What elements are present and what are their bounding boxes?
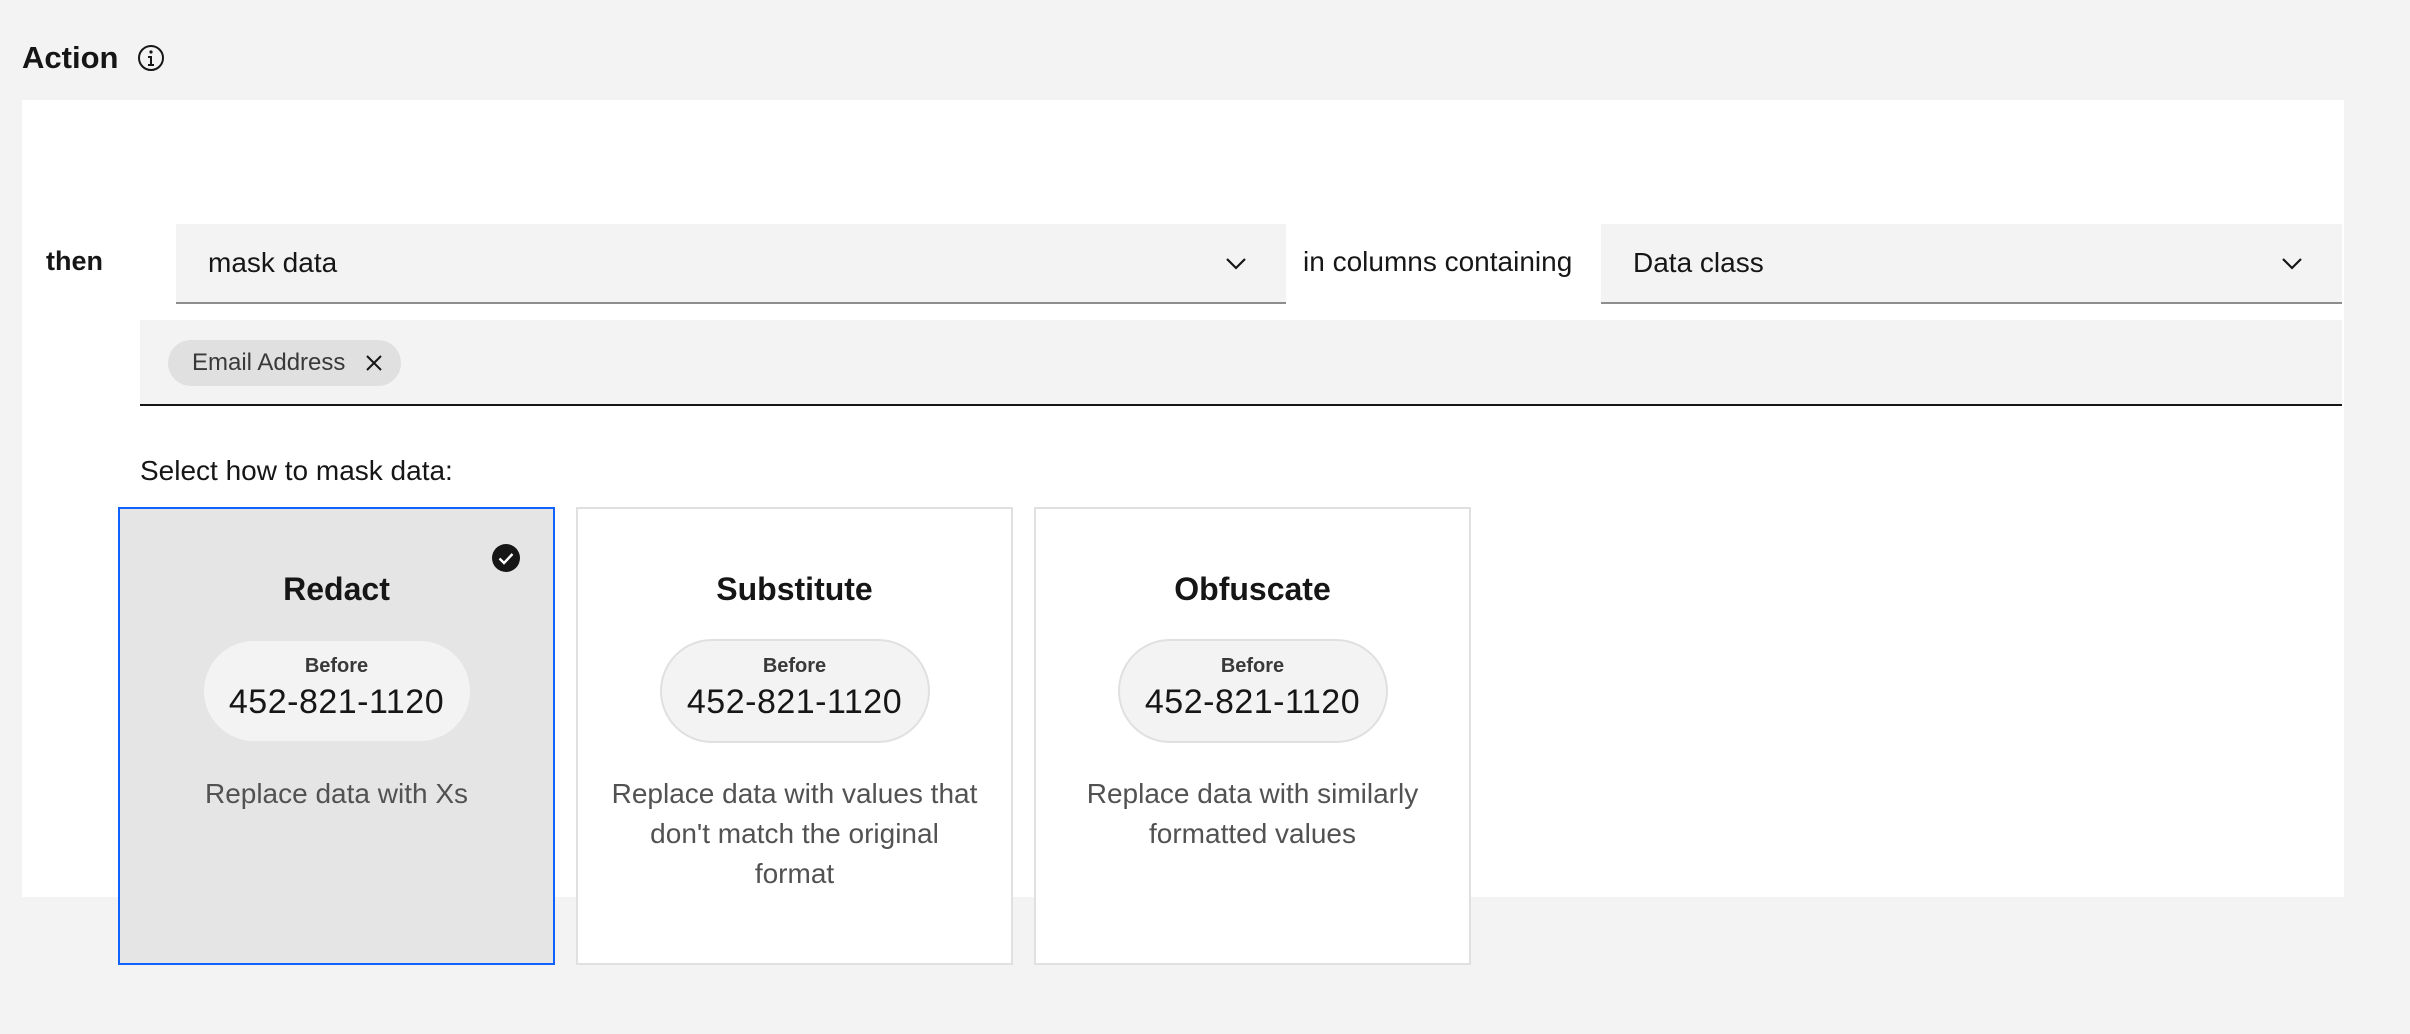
chevron-down-icon xyxy=(2280,251,2304,275)
page-title: Action xyxy=(22,40,119,75)
action-header: Action xyxy=(22,36,166,80)
tag-label: Email Address xyxy=(192,349,346,376)
option-title: Redact xyxy=(283,571,390,607)
column-criteria-value: Data class xyxy=(1633,247,1764,278)
sample-value: 452-821-1120 xyxy=(686,683,903,721)
before-label: Before xyxy=(762,655,827,677)
before-sample: Before 452-821-1120 xyxy=(201,639,472,743)
mask-option-redact[interactable]: Redact Before 452-821-1120 Replace data … xyxy=(118,507,555,965)
info-icon[interactable] xyxy=(136,43,166,73)
checkmark-icon xyxy=(491,543,521,573)
mask-option-obfuscate[interactable]: Obfuscate Before 452-821-1120 Replace da… xyxy=(1034,507,1471,965)
mask-option-substitute[interactable]: Substitute Before 452-821-1120 Replace d… xyxy=(576,507,1013,965)
connector-text: in columns containing xyxy=(1303,246,1573,277)
action-dropdown[interactable]: mask data xyxy=(176,224,1286,304)
action-panel: then mask data in columns containing Dat… xyxy=(22,100,2344,965)
option-description: Replace data with similarly formatted va… xyxy=(1086,778,1419,849)
chevron-down-icon xyxy=(1224,251,1248,275)
option-title: Substitute xyxy=(716,571,873,607)
sample-value: 452-821-1120 xyxy=(228,683,445,721)
tag-email-address: Email Address xyxy=(168,340,402,386)
close-icon[interactable] xyxy=(361,350,387,376)
option-title: Obfuscate xyxy=(1174,571,1331,607)
before-label: Before xyxy=(304,655,369,677)
before-sample: Before 452-821-1120 xyxy=(659,639,930,743)
mask-method-prompt: Select how to mask data: xyxy=(140,455,453,486)
before-sample: Before 452-821-1120 xyxy=(1117,639,1388,743)
option-description: Replace data with values that don't matc… xyxy=(611,778,978,889)
action-dropdown-value: mask data xyxy=(208,247,338,278)
data-class-tag-input[interactable]: Email Address xyxy=(140,320,2342,406)
before-label: Before xyxy=(1220,655,1285,677)
column-criteria-dropdown[interactable]: Data class xyxy=(1601,224,2342,304)
sample-value: 452-821-1120 xyxy=(1144,683,1361,721)
then-label: then xyxy=(46,246,103,276)
option-description: Replace data with Xs xyxy=(204,778,469,809)
